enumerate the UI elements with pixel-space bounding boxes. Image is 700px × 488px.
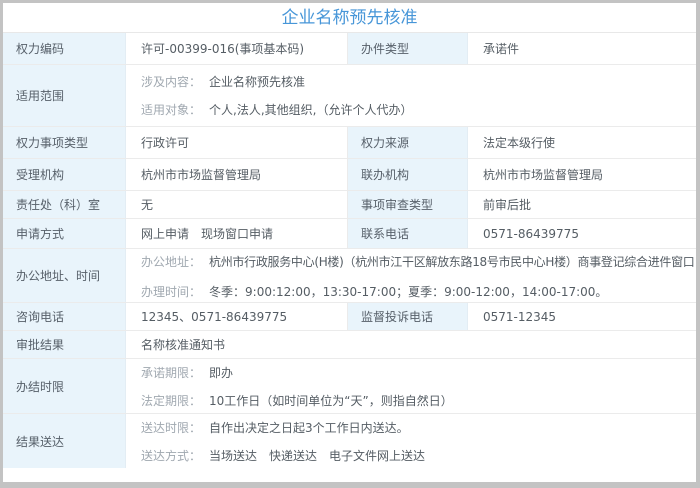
value-contact-phone: 0571-86439775 <box>468 219 696 248</box>
page-title: 企业名称预先核准 <box>3 3 696 33</box>
value-complaint-phone: 0571-12345 <box>468 303 696 330</box>
value-power-type: 行政许可 <box>126 127 348 158</box>
value-joint-agency: 杭州市市场监督管理局 <box>468 159 696 190</box>
row-accepting-agency: 受理机构 杭州市市场监督管理局 联办机构 杭州市市场监督管理局 <box>3 159 696 191</box>
office-time-value: 冬季：9:00:12:00，13:30-17:00；夏季：9:00-12:00，… <box>209 283 607 300</box>
value-review-type: 前审后批 <box>468 191 696 218</box>
legal-period-value: 10工作日（如时间单位为“天”，则指自然日） <box>209 392 453 409</box>
office-address-value: 杭州市行政服务中心(H楼)（杭州市江干区解放东路18号市民中心H楼）商事登记综合… <box>209 253 694 270</box>
scope-content-key: 涉及内容： <box>141 73 201 90</box>
office-time-key: 办理时间： <box>141 283 201 300</box>
label-power-type: 权力事项类型 <box>3 127 126 158</box>
value-office-address-time: 办公地址： 杭州市行政服务中心(H楼)（杭州市江干区解放东路18号市民中心H楼）… <box>126 249 700 302</box>
row-result-delivery: 结果送达 送达时限： 自作出决定之日起3个工作日内送达。 送达方式： 当场送达 … <box>3 414 696 468</box>
label-result-delivery: 结果送达 <box>3 414 126 468</box>
value-accepting-agency: 杭州市市场监督管理局 <box>126 159 348 190</box>
label-office-address-time: 办公地址、时间 <box>3 249 126 302</box>
label-review-type: 事项审查类型 <box>348 191 468 218</box>
scope-content-line: 涉及内容： 企业名称预先核准 <box>141 73 305 90</box>
value-scope: 涉及内容： 企业名称预先核准 适用对象： 个人,法人,其他组织,（允许个人代办） <box>126 65 696 126</box>
row-power-code: 权力编码 许可-00399-016(事项基本码) 办件类型 承诺件 <box>3 33 696 65</box>
value-approval-result: 名称核准通知书 <box>126 331 696 358</box>
delivery-time-line: 送达时限： 自作出决定之日起3个工作日内送达。 <box>141 419 409 436</box>
label-apply-method: 申请方式 <box>3 219 126 248</box>
delivery-method-key: 送达方式： <box>141 447 201 464</box>
office-address-key: 办公地址： <box>141 253 201 270</box>
row-approval-result: 审批结果 名称核准通知书 <box>3 331 696 359</box>
legal-period-line: 法定期限： 10工作日（如时间单位为“天”，则指自然日） <box>141 392 453 409</box>
row-apply-method: 申请方式 网上申请 现场窗口申请 联系电话 0571-86439775 <box>3 219 696 249</box>
label-accepting-agency: 受理机构 <box>3 159 126 190</box>
label-power-source: 权力来源 <box>348 127 468 158</box>
row-power-type: 权力事项类型 行政许可 权力来源 法定本级行使 <box>3 127 696 159</box>
label-complaint-phone: 监督投诉电话 <box>348 303 468 330</box>
row-completion-limit: 办结时限 承诺期限： 即办 法定期限： 10工作日（如时间单位为“天”，则指自然… <box>3 359 696 414</box>
delivery-time-value: 自作出决定之日起3个工作日内送达。 <box>209 419 409 436</box>
office-address-line: 办公地址： 杭州市行政服务中心(H楼)（杭州市江干区解放东路18号市民中心H楼）… <box>141 252 700 272</box>
label-power-code: 权力编码 <box>3 33 126 64</box>
label-responsible-office: 责任处（科）室 <box>3 191 126 218</box>
scope-target-value: 个人,法人,其他组织,（允许个人代办） <box>209 101 412 118</box>
value-power-source: 法定本级行使 <box>468 127 696 158</box>
office-time-line: 办理时间： 冬季：9:00:12:00，13:30-17:00；夏季：9:00-… <box>141 283 607 300</box>
value-power-code: 许可-00399-016(事项基本码) <box>126 33 348 64</box>
delivery-time-key: 送达时限： <box>141 419 201 436</box>
row-consult-phone: 咨询电话 12345、0571-86439775 监督投诉电话 0571-123… <box>3 303 696 331</box>
value-consult-phone: 12345、0571-86439775 <box>126 303 348 330</box>
label-item-type: 办件类型 <box>348 33 468 64</box>
value-responsible-office: 无 <box>126 191 348 218</box>
label-approval-result: 审批结果 <box>3 331 126 358</box>
row-scope: 适用范围 涉及内容： 企业名称预先核准 适用对象： 个人,法人,其他组织,（允许… <box>3 65 696 127</box>
legal-period-key: 法定期限： <box>141 392 201 409</box>
delivery-method-line: 送达方式： 当场送达 快递送达 电子文件网上送达 <box>141 447 425 464</box>
promise-period-key: 承诺期限： <box>141 364 201 381</box>
label-completion-limit: 办结时限 <box>3 359 126 413</box>
label-contact-phone: 联系电话 <box>348 219 468 248</box>
scope-target-line: 适用对象： 个人,法人,其他组织,（允许个人代办） <box>141 101 412 118</box>
value-item-type: 承诺件 <box>468 33 696 64</box>
promise-period-value: 即办 <box>209 364 233 381</box>
label-joint-agency: 联办机构 <box>348 159 468 190</box>
service-detail-page: 企业名称预先核准 权力编码 许可-00399-016(事项基本码) 办件类型 承… <box>0 0 700 488</box>
row-office-address-time: 办公地址、时间 办公地址： 杭州市行政服务中心(H楼)（杭州市江干区解放东路18… <box>3 249 696 303</box>
info-table: 权力编码 许可-00399-016(事项基本码) 办件类型 承诺件 适用范围 涉… <box>3 33 696 468</box>
value-apply-method: 网上申请 现场窗口申请 <box>126 219 348 248</box>
row-responsible-office: 责任处（科）室 无 事项审查类型 前审后批 <box>3 191 696 219</box>
label-scope: 适用范围 <box>3 65 126 126</box>
label-consult-phone: 咨询电话 <box>3 303 126 330</box>
promise-period-line: 承诺期限： 即办 <box>141 364 233 381</box>
value-completion-limit: 承诺期限： 即办 法定期限： 10工作日（如时间单位为“天”，则指自然日） <box>126 359 696 413</box>
delivery-method-value: 当场送达 快递送达 电子文件网上送达 <box>209 447 425 464</box>
scope-content-value: 企业名称预先核准 <box>209 73 305 90</box>
value-result-delivery: 送达时限： 自作出决定之日起3个工作日内送达。 送达方式： 当场送达 快递送达 … <box>126 414 696 468</box>
scope-target-key: 适用对象： <box>141 101 201 118</box>
